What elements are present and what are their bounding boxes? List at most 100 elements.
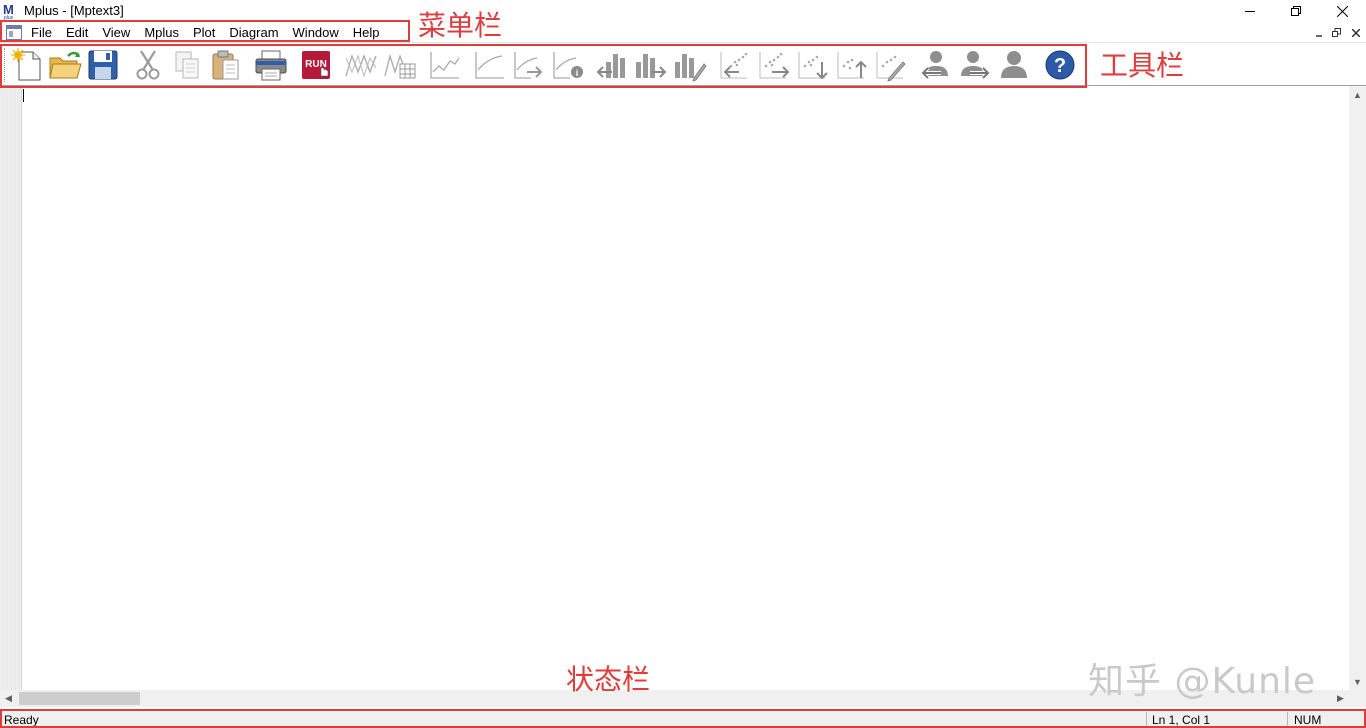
plot-next-button[interactable] — [510, 46, 548, 84]
mdi-minimize-button[interactable] — [1312, 26, 1325, 39]
open-folder-icon — [49, 51, 82, 79]
vertical-scrollbar[interactable]: ▲ ▼ — [1349, 86, 1366, 690]
menu-diagram[interactable]: Diagram — [222, 22, 285, 43]
person-next-button[interactable] — [956, 46, 994, 84]
close-icon — [1351, 28, 1360, 37]
mdi-restore-button[interactable] — [1330, 26, 1343, 39]
menu-view[interactable]: View — [95, 22, 137, 43]
observed-plot-button[interactable] — [342, 46, 380, 84]
scatter-up-icon — [837, 52, 867, 79]
menu-items: File Edit View Mplus Plot Diagram Window… — [24, 22, 387, 43]
save-button[interactable] — [84, 46, 122, 84]
copy-icon — [175, 51, 199, 79]
editor-area[interactable]: ▲ ▼ ◀ ▶ — [0, 86, 1366, 710]
status-bar: Ready Ln 1, Col 1 NUM — [0, 710, 1366, 728]
toolbar-separator — [591, 48, 592, 82]
scroll-right-arrow-icon[interactable]: ▶ — [1332, 690, 1349, 707]
open-button[interactable] — [46, 46, 84, 84]
horizontal-scroll-thumb[interactable] — [19, 692, 140, 705]
observed-table-plot-icon — [384, 53, 416, 79]
menu-mplus[interactable]: Mplus — [137, 22, 186, 43]
run-icon: RUN — [302, 51, 330, 79]
svg-text:plus: plus — [4, 15, 14, 20]
title-bar: M plus Mplus - [Mptext3] — [0, 0, 1366, 22]
scatter-down-icon — [798, 52, 828, 80]
toolbar-separator — [1082, 48, 1083, 82]
print-icon — [255, 50, 287, 81]
scatter-down-button[interactable] — [795, 46, 833, 84]
scatter-up-button[interactable] — [834, 46, 872, 84]
svg-text:i: i — [576, 68, 579, 78]
copy-button[interactable] — [168, 46, 206, 84]
close-button[interactable] — [1319, 0, 1365, 22]
scatter-edit-icon — [876, 52, 906, 82]
mdi-close-button[interactable] — [1349, 26, 1362, 39]
menu-edit[interactable]: Edit — [59, 22, 95, 43]
minimize-icon — [1245, 11, 1255, 12]
menu-help[interactable]: Help — [346, 22, 387, 43]
paste-button[interactable] — [207, 46, 245, 84]
bar-edit-icon — [675, 54, 707, 82]
toolbar-separator — [249, 48, 250, 82]
menu-plot[interactable]: Plot — [186, 22, 222, 43]
svg-text:?: ? — [1054, 55, 1066, 77]
menu-bar: File Edit View Mplus Plot Diagram Window… — [0, 22, 1366, 43]
cut-icon — [136, 50, 160, 80]
toolbar-separator — [126, 48, 127, 82]
toolbar-grip[interactable] — [4, 48, 7, 82]
help-button[interactable]: ? — [1041, 46, 1079, 84]
status-message: Ready — [4, 713, 39, 727]
scatter-edit-button[interactable] — [873, 46, 911, 84]
bar-prev-button[interactable] — [594, 46, 632, 84]
plot-info-button[interactable]: i — [549, 46, 587, 84]
bar-prev-icon — [596, 54, 625, 78]
person-button[interactable] — [995, 46, 1033, 84]
minimize-button[interactable] — [1227, 0, 1273, 22]
cut-button[interactable] — [129, 46, 167, 84]
bar-next-icon — [636, 54, 667, 78]
restore-button[interactable] — [1273, 0, 1319, 22]
paste-icon — [212, 50, 239, 80]
scatter-left-button[interactable] — [717, 46, 755, 84]
scatter-left-icon — [720, 52, 748, 79]
toolbar-separator — [339, 48, 340, 82]
scroll-left-arrow-icon[interactable]: ◀ — [0, 690, 17, 707]
toolbar-separator — [468, 48, 469, 82]
print-button[interactable] — [252, 46, 290, 84]
toolbar-annotation-label: 工具栏 — [1100, 49, 1185, 82]
run-button[interactable]: RUN — [297, 46, 335, 84]
toolbar-separator — [914, 48, 915, 82]
bar-next-button[interactable] — [633, 46, 671, 84]
mplus-logo-icon: M plus — [3, 2, 19, 21]
plot-info-icon: i — [553, 52, 583, 79]
menu-file[interactable]: File — [24, 22, 59, 43]
person-prev-icon — [920, 51, 948, 80]
scatter-right-button[interactable] — [756, 46, 794, 84]
line-plot-button[interactable] — [426, 46, 464, 84]
watermark: 知乎 @Kunle — [1088, 661, 1317, 702]
plot-icon — [475, 52, 504, 79]
close-icon — [1336, 5, 1348, 17]
observed-plot-icon — [345, 53, 377, 78]
save-icon — [88, 50, 118, 80]
plot-next-icon — [514, 52, 543, 79]
new-file-button[interactable] — [8, 46, 46, 84]
restore-icon — [1332, 28, 1341, 37]
observed-table-plot-button[interactable] — [381, 46, 419, 84]
menu-window[interactable]: Window — [286, 22, 346, 43]
window-title: Mplus - [Mptext3] — [24, 3, 124, 18]
restore-icon — [1291, 6, 1301, 16]
scatter-right-icon — [759, 52, 790, 79]
plot-button[interactable] — [471, 46, 509, 84]
toolbar-separator — [714, 48, 715, 82]
editor-gutter — [0, 86, 22, 690]
menubar-annotation-label: 菜单栏 — [418, 9, 503, 42]
person-next-icon — [961, 51, 991, 80]
document-icon[interactable] — [6, 25, 22, 40]
line-plot-icon — [430, 52, 460, 79]
bar-edit-button[interactable] — [672, 46, 710, 84]
person-prev-button[interactable] — [917, 46, 955, 84]
scroll-up-arrow-icon[interactable]: ▲ — [1349, 86, 1366, 103]
status-num-lock: NUM — [1294, 713, 1322, 727]
scroll-down-arrow-icon[interactable]: ▼ — [1349, 673, 1366, 690]
